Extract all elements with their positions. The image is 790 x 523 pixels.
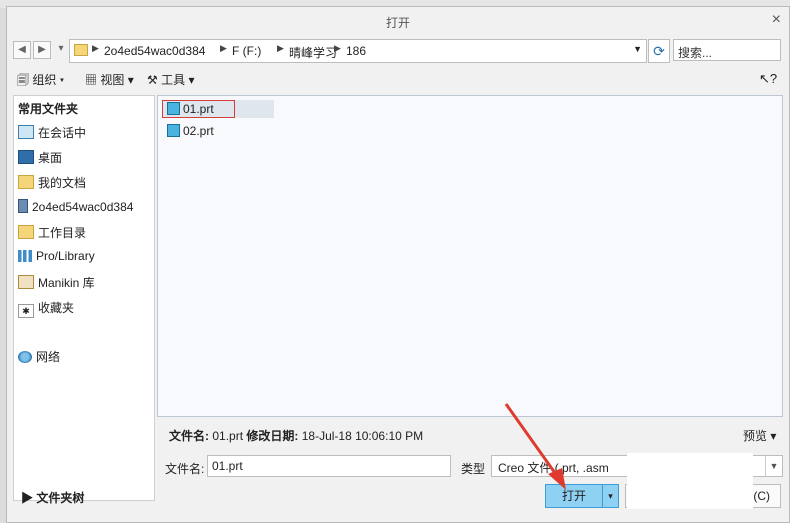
annotation-arrow bbox=[504, 403, 566, 490]
